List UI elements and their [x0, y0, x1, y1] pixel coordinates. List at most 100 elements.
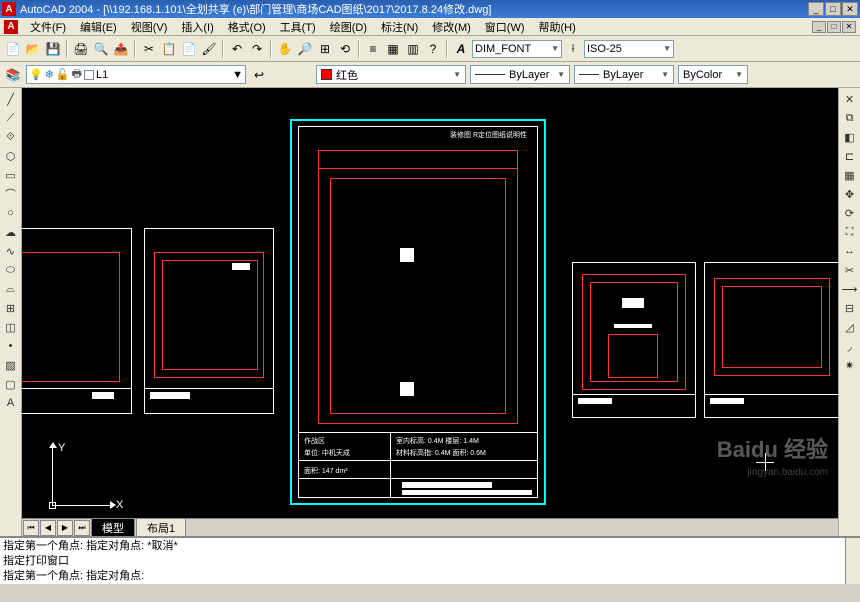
copy-tool[interactable]: ⧉ — [841, 109, 859, 127]
dimstyle-combo[interactable]: ISO-25▼ — [584, 40, 674, 58]
dimstyle-button[interactable]: ⟊ — [564, 40, 582, 58]
paste-button[interactable]: 📄 — [180, 40, 198, 58]
layer-previous-button[interactable]: ↩ — [250, 66, 268, 84]
maximize-button[interactable]: □ — [825, 2, 841, 16]
properties-toolbar: 📚 💡❄🔓🖶 L1 ▼ ↩ 红色▼ ByLayer▼ ByLayer▼ ByCo… — [0, 62, 860, 88]
cut-button[interactable]: ✂ — [140, 40, 158, 58]
menu-file[interactable]: 文件(F) — [24, 18, 72, 36]
scale-tool[interactable]: ⛶ — [841, 223, 859, 241]
font-combo[interactable]: DIM_FONT▼ — [472, 40, 562, 58]
new-button[interactable]: 📄 — [4, 40, 22, 58]
circle-tool[interactable]: ○ — [2, 204, 20, 222]
save-button[interactable]: 💾 — [44, 40, 62, 58]
linetype-combo-value: ByLayer — [509, 69, 549, 81]
offset-tool[interactable]: ⊏ — [841, 147, 859, 165]
spline-tool[interactable]: ∿ — [2, 242, 20, 260]
layer-manager-button[interactable]: 📚 — [4, 66, 22, 84]
revcloud-tool[interactable]: ☁ — [2, 223, 20, 241]
xline-tool[interactable]: ⟋ — [2, 109, 20, 127]
command-window[interactable]: 指定第一个角点: 指定对角点: *取消* 指定打印窗口 指定第一个角点: 指定对… — [0, 536, 860, 584]
toolpalettes-button[interactable]: ▥ — [404, 40, 422, 58]
extend-tool[interactable]: ⟶ — [841, 280, 859, 298]
close-button[interactable]: ✕ — [842, 2, 858, 16]
region-tool[interactable]: ▢ — [2, 375, 20, 393]
tab-model[interactable]: 模型 — [91, 518, 135, 537]
menu-dimension[interactable]: 标注(N) — [375, 18, 424, 36]
menu-edit[interactable]: 编辑(E) — [74, 18, 123, 36]
pan-button[interactable]: ✋ — [276, 40, 294, 58]
properties-button[interactable]: ≡ — [364, 40, 382, 58]
tab-first-button[interactable]: ⏮ — [23, 520, 39, 536]
explode-tool[interactable]: ✷ — [841, 356, 859, 374]
child-minimize-button[interactable]: _ — [812, 21, 826, 33]
redo-button[interactable]: ↷ — [248, 40, 266, 58]
block-tool[interactable]: ◫ — [2, 318, 20, 336]
drawing-canvas[interactable]: 装修图 R定位图纸说明性 作战区 单位: 中机天成 面积: 147 dm² 室内… — [22, 88, 838, 536]
lineweight-combo[interactable]: ByLayer▼ — [574, 65, 674, 84]
child-close-button[interactable]: ✕ — [842, 21, 856, 33]
linetype-combo[interactable]: ByLayer▼ — [470, 65, 570, 84]
command-history-line: 指定打印窗口 — [3, 554, 857, 569]
array-tool[interactable]: ▦ — [841, 166, 859, 184]
dimstyle-combo-value: ISO-25 — [587, 43, 622, 55]
doc-icon: A — [4, 20, 18, 34]
zoom-previous-button[interactable]: ⟲ — [336, 40, 354, 58]
zoom-realtime-button[interactable]: 🔎 — [296, 40, 314, 58]
open-button[interactable]: 📂 — [24, 40, 42, 58]
erase-tool[interactable]: ✕ — [841, 90, 859, 108]
menu-window[interactable]: 窗口(W) — [479, 18, 531, 36]
preview-button[interactable]: 🔍 — [92, 40, 110, 58]
line-tool[interactable]: ╱ — [2, 90, 20, 108]
minimize-button[interactable]: _ — [808, 2, 824, 16]
command-prompt-line: 指定第一个角点: 指定对角点: — [3, 569, 857, 584]
color-combo[interactable]: 红色▼ — [316, 65, 466, 84]
arc-tool[interactable]: ⌒ — [2, 185, 20, 203]
tab-layout1[interactable]: 布局1 — [136, 518, 186, 537]
ucs-y-label: Y — [58, 442, 65, 454]
stretch-tool[interactable]: ↔ — [841, 242, 859, 260]
command-history-line: 指定第一个角点: 指定对角点: *取消* — [3, 539, 857, 554]
mirror-tool[interactable]: ◧ — [841, 128, 859, 146]
menu-draw[interactable]: 绘图(D) — [324, 18, 373, 36]
child-maximize-button[interactable]: □ — [827, 21, 841, 33]
menu-tools[interactable]: 工具(T) — [274, 18, 322, 36]
ellipse-tool[interactable]: ⬭ — [2, 261, 20, 279]
copy-button[interactable]: 📋 — [160, 40, 178, 58]
matchprop-button[interactable]: 🖌 — [200, 40, 218, 58]
insert-tool[interactable]: ⊞ — [2, 299, 20, 317]
break-tool[interactable]: ⊟ — [841, 299, 859, 317]
menu-modify[interactable]: 修改(M) — [426, 18, 477, 36]
menu-insert[interactable]: 插入(I) — [175, 18, 219, 36]
plotstyle-combo[interactable]: ByColor▼ — [678, 65, 748, 84]
trim-tool[interactable]: ✂ — [841, 261, 859, 279]
point-tool[interactable]: • — [2, 337, 20, 355]
layer-combo[interactable]: 💡❄🔓🖶 L1 ▼ — [26, 65, 246, 84]
polygon-tool[interactable]: ⬡ — [2, 147, 20, 165]
chamfer-tool[interactable]: ◿ — [841, 318, 859, 336]
undo-button[interactable]: ↶ — [228, 40, 246, 58]
hatch-tool[interactable]: ▨ — [2, 356, 20, 374]
ellipsearc-tool[interactable]: ⌓ — [2, 280, 20, 298]
rectangle-tool[interactable]: ▭ — [2, 166, 20, 184]
zoom-window-button[interactable]: ⊞ — [316, 40, 334, 58]
tab-prev-button[interactable]: ◀ — [40, 520, 56, 536]
fillet-tool[interactable]: ◞ — [841, 337, 859, 355]
standard-toolbar: 📄 📂 💾 🖨 🔍 📤 ✂ 📋 📄 🖌 ↶ ↷ ✋ 🔎 ⊞ ⟲ ≡ ▦ ▥ ? … — [0, 36, 860, 62]
tab-next-button[interactable]: ▶ — [57, 520, 73, 536]
menu-help[interactable]: 帮助(H) — [533, 18, 582, 36]
plotstyle-combo-value: ByColor — [683, 69, 722, 81]
move-tool[interactable]: ✥ — [841, 185, 859, 203]
textstyle-button[interactable]: A — [452, 40, 470, 58]
menu-view[interactable]: 视图(V) — [125, 18, 174, 36]
publish-button[interactable]: 📤 — [112, 40, 130, 58]
tab-last-button[interactable]: ⏭ — [74, 520, 90, 536]
print-button[interactable]: 🖨 — [72, 40, 90, 58]
pline-tool[interactable]: ⟐ — [2, 128, 20, 146]
menu-format[interactable]: 格式(O) — [222, 18, 272, 36]
rotate-tool[interactable]: ⟳ — [841, 204, 859, 222]
mtext-tool[interactable]: A — [2, 394, 20, 412]
help-button[interactable]: ? — [424, 40, 442, 58]
designcenter-button[interactable]: ▦ — [384, 40, 402, 58]
command-scrollbar[interactable] — [845, 538, 860, 584]
info3: 面积: 147 dm² — [304, 466, 348, 476]
